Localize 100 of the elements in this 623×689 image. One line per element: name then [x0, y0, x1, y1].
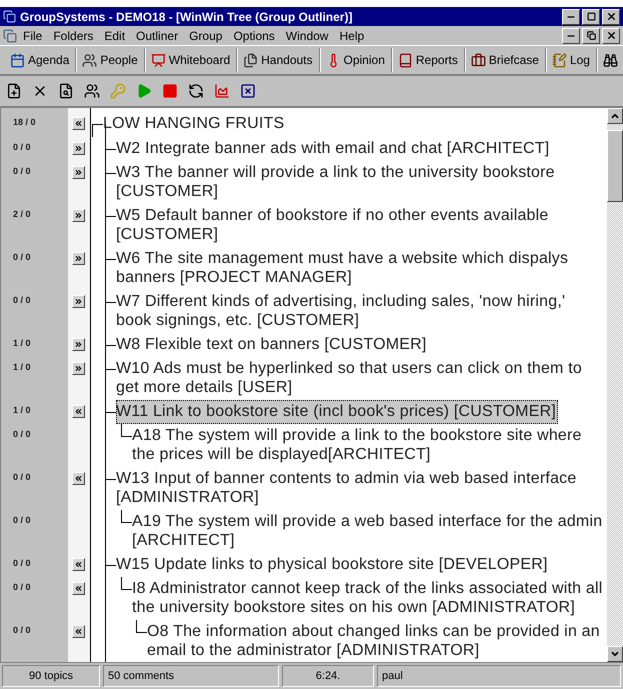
topic-text[interactable]: W10 Ads must be hyperlinked so that users can click on them to get more details [USER]: [116, 357, 607, 400]
topic-text[interactable]: W3 The banner will provide a link to the university bookstore [CUSTOMER]: [116, 161, 607, 204]
close-button[interactable]: [602, 28, 620, 44]
menu-item[interactable]: File: [18, 28, 48, 42]
page-search-icon[interactable]: [58, 83, 74, 99]
toolbar-button[interactable]: People: [76, 48, 145, 72]
status-pane: paul: [377, 665, 621, 687]
people-icon: [82, 52, 98, 68]
scroll-up-button[interactable]: [607, 108, 623, 124]
topic-text[interactable]: W7 Different kinds of advertising, including sales, 'now hiring,' book signings, etc. [CUSTOMER]: [116, 290, 607, 333]
collapse-button[interactable]: [72, 405, 85, 418]
scroll-down-button[interactable]: [607, 646, 623, 662]
toolbar-button[interactable]: Agenda: [4, 48, 76, 72]
menu-item[interactable]: Folders: [48, 28, 98, 42]
expand-button[interactable]: [72, 142, 85, 155]
topic-text[interactable]: A18 The system will provide a link to the bookstore site where the prices will be displayed[ARCHITECT]: [132, 424, 607, 467]
toolbar-button[interactable]: Reports: [392, 48, 465, 72]
count-label: 0 / 0: [12, 165, 32, 176]
toolbar-button[interactable]: Opinion: [320, 48, 392, 72]
notepad-pencil-icon: [552, 52, 567, 68]
count-label: 2 / 0: [12, 208, 32, 219]
book-icon: [398, 52, 413, 68]
maximize-button[interactable]: [582, 8, 600, 24]
topic-text[interactable]: W11 Link to bookstore site (incl book's prices) [CUSTOMER]: [116, 400, 558, 424]
menu-item[interactable]: Window: [280, 28, 334, 42]
minimize-button[interactable]: [562, 8, 580, 24]
collapse-button[interactable]: [72, 117, 85, 130]
status-pane: 50 comments: [103, 665, 279, 687]
count-label: 0 / 0: [12, 557, 32, 568]
topic-text[interactable]: W5 Default banner of bookstore if no other events available [CUSTOMER]: [116, 204, 607, 247]
menu-item[interactable]: Edit: [99, 28, 130, 42]
topic-text[interactable]: W8 Flexible text on banners [CUSTOMER]: [116, 333, 429, 357]
topic-text[interactable]: LOW HANGING FRUITS: [103, 112, 286, 136]
count-label: 1 / 0: [12, 404, 32, 415]
double-chevron-right-icon: [74, 254, 83, 263]
close-button[interactable]: [602, 8, 620, 24]
count-label: 0 / 0: [12, 581, 32, 592]
count-label: 0 / 0: [12, 294, 32, 305]
double-chevron-left-icon: [74, 407, 83, 416]
close-box-icon[interactable]: [240, 83, 256, 99]
count-label: 0 / 0: [12, 471, 32, 482]
whiteboard-icon: [150, 52, 166, 68]
topic-text[interactable]: W2 Integrate banner ads with email and chat [ARCHITECT]: [116, 137, 552, 161]
count-label: 0 / 0: [12, 428, 32, 439]
double-chevron-left-icon: [74, 584, 83, 593]
double-chevron-left-icon: [74, 474, 83, 483]
double-chevron-left-icon: [74, 627, 83, 636]
toolbar-button[interactable]: Whiteboard: [144, 48, 238, 72]
close-icon: [606, 11, 616, 22]
menu-item[interactable]: Help: [334, 28, 370, 42]
topic-text[interactable]: A19 The system will provide a web based interface for the admin [ARCHITECT]: [132, 510, 607, 553]
toolbar-button[interactable]: Handouts: [237, 48, 320, 72]
app-icon: [3, 10, 16, 23]
toolbar-button[interactable]: Briefcase: [464, 48, 546, 72]
topic-text[interactable]: W6 The site management must have a website which dispalys banners [PROJECT MANAGER]: [116, 247, 607, 290]
double-chevron-right-icon: [74, 211, 83, 220]
expand-button[interactable]: [72, 338, 85, 351]
add-page-icon[interactable]: [6, 83, 22, 99]
expand-button[interactable]: [72, 362, 85, 375]
maximize-icon: [586, 12, 596, 21]
menu-item[interactable]: Outliner: [131, 28, 184, 42]
expand-button[interactable]: [72, 209, 85, 222]
area-chart-icon[interactable]: [214, 83, 230, 99]
collapse-button[interactable]: [72, 472, 85, 485]
close-icon: [606, 30, 616, 41]
double-chevron-left-icon: [74, 119, 83, 128]
menu-item[interactable]: Group: [184, 28, 228, 42]
stop-icon[interactable]: [162, 83, 178, 99]
count-label: 0 / 0: [12, 251, 32, 262]
topic-text[interactable]: W15 Update links to physical bookstore site [DEVELOPER]: [116, 553, 550, 577]
pages-icon: [243, 52, 258, 68]
count-label: 0 / 0: [12, 624, 32, 635]
double-chevron-left-icon: [74, 560, 83, 569]
count-label: 1 / 0: [12, 337, 32, 348]
topic-text[interactable]: I8 Administrator cannot keep track of the links associated with all the university bookstore sites on his own [ADMINISTRATOR]: [132, 577, 607, 620]
window-title: GroupSystems - DEMO18 - [WinWin Tree (Group Outliner)]: [20, 10, 354, 24]
expand-button[interactable]: [72, 166, 85, 179]
double-chevron-right-icon: [74, 340, 83, 349]
count-label: 0 / 0: [12, 514, 32, 525]
minimize-button[interactable]: [562, 28, 580, 44]
collapse-button[interactable]: [72, 625, 85, 638]
expand-button[interactable]: [72, 295, 85, 308]
scroll-thumb[interactable]: [607, 130, 623, 202]
collapse-button[interactable]: [72, 558, 85, 571]
count-label: 18 / 0: [12, 116, 37, 127]
expand-button[interactable]: [72, 252, 85, 265]
menu-item[interactable]: Options: [228, 28, 280, 42]
topic-text[interactable]: W13 Input of banner contents to admin via web based interface [ADMINISTRATOR]: [116, 467, 607, 510]
double-chevron-right-icon: [74, 297, 83, 306]
toolbar-button[interactable]: Log: [546, 48, 597, 72]
collapse-button[interactable]: [72, 582, 85, 595]
double-chevron-right-icon: [74, 168, 83, 177]
count-label: 0 / 0: [12, 141, 32, 152]
topic-text[interactable]: O8 The information about changed links can be provided in an email to the administrator [ADMINISTRATOR]: [147, 620, 607, 662]
double-chevron-right-icon: [74, 144, 83, 153]
people-icon[interactable]: [84, 83, 100, 99]
restore-button[interactable]: [582, 28, 600, 44]
document-icon: [3, 28, 17, 42]
binoculars-icon: [602, 52, 618, 68]
refresh-icon[interactable]: [188, 83, 204, 99]
